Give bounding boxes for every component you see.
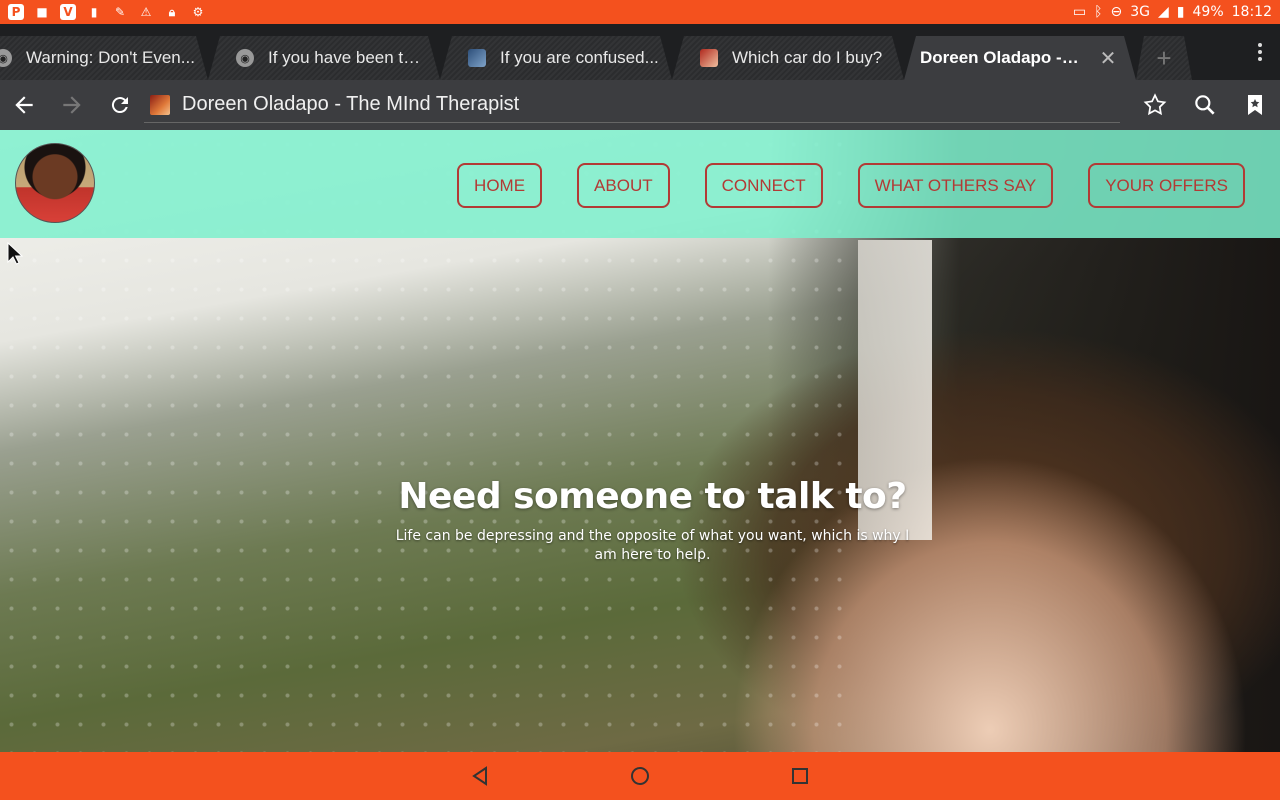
dot-icon: [1258, 57, 1262, 61]
tab-title: If you are confused...: [500, 48, 659, 67]
vivaldi-notification-icon: V: [60, 4, 76, 20]
battery-percent: 49%: [1192, 4, 1224, 20]
do-not-disturb-icon: ⊖: [1110, 4, 1123, 20]
edit-icon: ✎: [114, 5, 126, 19]
page-title: Doreen Oladapo - The MInd Therapist: [182, 93, 520, 115]
bookmark-star-button[interactable]: [1130, 80, 1180, 130]
forward-arrow-icon: [63, 96, 81, 114]
site-nav: HOME ABOUT CONNECT WHAT OTHERS SAY YOUR …: [457, 163, 1245, 208]
tab-title: Warning: Don't Even...: [26, 48, 195, 67]
android-status-bar: P ■ V ▮ ✎ ⚠ 🔒︎ ⚙ ▭ ᛒ ⊖ 3G ◢ ▮ 49% 18:12: [0, 0, 1280, 24]
plus-icon: +: [1156, 42, 1172, 73]
tab-menu-button[interactable]: [1240, 24, 1280, 80]
notification-icons: P ■ V ▮ ✎ ⚠ 🔒︎ ⚙: [8, 4, 206, 20]
site-favicon: [700, 49, 718, 67]
browser-toolbar: Doreen Oladapo - The MInd Therapist: [0, 80, 1280, 130]
nav-about-button[interactable]: ABOUT: [577, 163, 670, 208]
circle-home-icon: [631, 767, 649, 785]
site-favicon: [468, 49, 486, 67]
nav-back-button[interactable]: [460, 756, 500, 796]
address-bar[interactable]: Doreen Oladapo - The MInd Therapist: [144, 87, 1120, 123]
warning-icon: ⚠: [140, 5, 152, 19]
browser-tab[interactable]: ◉ Warning: Don't Even...: [0, 36, 208, 80]
hero-title: Need someone to talk to?: [398, 476, 907, 517]
battery-icon: ▮: [1176, 4, 1185, 20]
search-button[interactable]: [1180, 80, 1230, 130]
reload-icon: [111, 97, 128, 114]
back-arrow-icon: [15, 96, 33, 114]
site-favicon: [150, 94, 170, 115]
forward-button[interactable]: [48, 80, 96, 130]
settings-icon: ⚙: [192, 5, 204, 19]
browser-tab-active[interactable]: Doreen Oladapo - T... ✕: [904, 36, 1136, 80]
close-tab-icon[interactable]: ✕: [1094, 46, 1122, 71]
toolbar-actions: [1130, 80, 1280, 130]
bookmarks-panel-button[interactable]: [1230, 80, 1280, 130]
dot-icon: [1258, 50, 1262, 54]
cast-icon: ▭: [1072, 4, 1087, 20]
browser-tab-strip: ◉ Warning: Don't Even... ◉ If you have b…: [0, 24, 1280, 80]
nav-home-button[interactable]: HOME: [457, 163, 543, 208]
site-header: HOME ABOUT CONNECT WHAT OTHERS SAY YOUR …: [0, 130, 1280, 238]
bookmark-icon: [1248, 95, 1262, 115]
bluetooth-icon: ᛒ: [1094, 4, 1103, 20]
browser-tab[interactable]: If you are confused...: [440, 36, 672, 80]
web-page-viewport: HOME ABOUT CONNECT WHAT OTHERS SAY YOUR …: [0, 130, 1280, 752]
signal-icon: ◢: [1158, 4, 1169, 20]
tab-title: Doreen Oladapo - T...: [920, 48, 1090, 67]
lock-icon: 🔒︎: [168, 4, 176, 19]
network-type: 3G: [1130, 4, 1151, 20]
browser-tab[interactable]: Which car do I buy?: [672, 36, 904, 80]
nav-recents-button[interactable]: [780, 756, 820, 796]
profile-avatar[interactable]: [15, 143, 95, 223]
video-icon: ■: [36, 5, 48, 19]
hero-text-block: Need someone to talk to? Life can be dep…: [390, 476, 915, 565]
star-icon: [1143, 93, 1167, 116]
system-indicators: ▭ ᛒ ⊖ 3G ◢ ▮ 49% 18:12: [1073, 4, 1272, 20]
app-notification-icon: P: [8, 4, 24, 20]
dot-icon: [1258, 43, 1262, 47]
android-navigation-bar: [0, 752, 1280, 800]
new-tab-button[interactable]: +: [1136, 36, 1192, 80]
search-icon: [1195, 95, 1215, 115]
clipboard-icon: ▮: [90, 5, 98, 19]
nav-what-others-say-button[interactable]: WHAT OTHERS SAY: [857, 163, 1054, 208]
globe-icon: ◉: [236, 49, 254, 67]
clock: 18:12: [1231, 4, 1272, 20]
triangle-back-icon: [472, 766, 487, 786]
back-button[interactable]: [0, 80, 48, 130]
reload-button[interactable]: [96, 80, 144, 130]
nav-connect-button[interactable]: CONNECT: [704, 163, 823, 208]
nav-your-offers-button[interactable]: YOUR OFFERS: [1088, 163, 1245, 208]
tab-title: If you have been thin...: [268, 48, 440, 67]
hero-subtitle: Life can be depressing and the opposite …: [395, 528, 910, 563]
globe-icon: ◉: [0, 49, 12, 67]
pointer-icon: [7, 242, 23, 265]
square-recents-icon: [792, 768, 808, 784]
tab-title: Which car do I buy?: [732, 48, 883, 67]
browser-tab[interactable]: ◉ If you have been thin...: [208, 36, 440, 80]
nav-home-system-button[interactable]: [620, 756, 660, 796]
